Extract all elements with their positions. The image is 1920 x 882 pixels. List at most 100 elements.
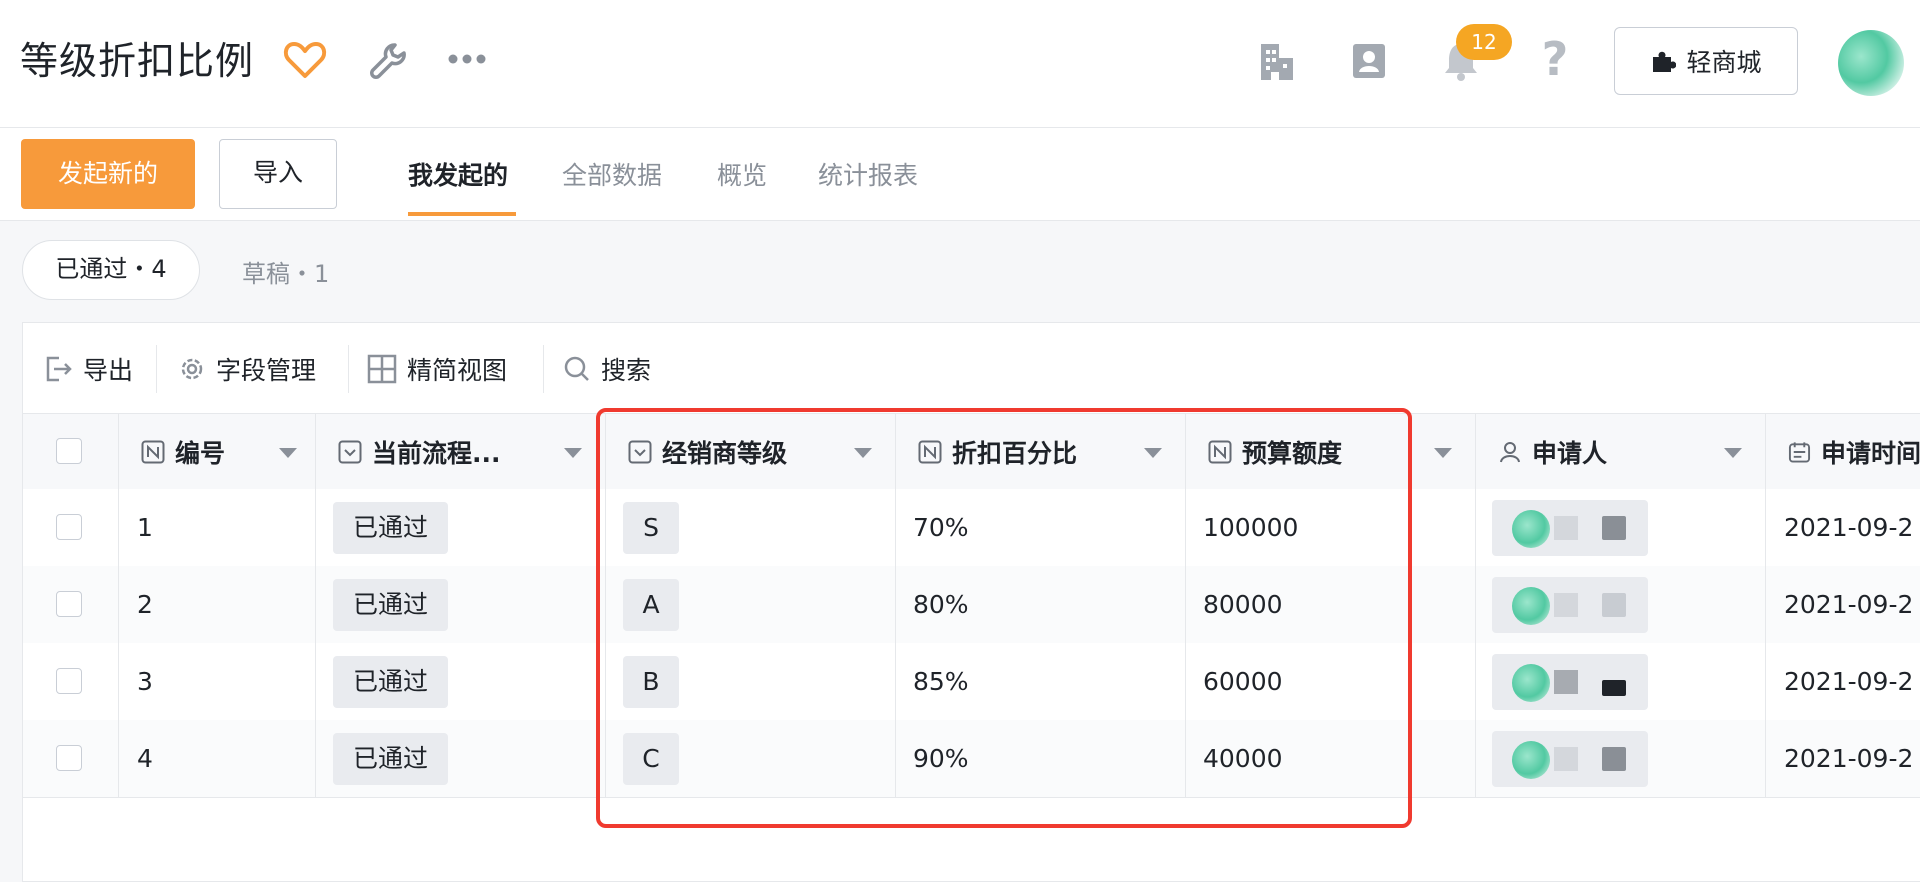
new-submission-button[interactable]: 发起新的 xyxy=(21,139,195,209)
column-menu-icon[interactable] xyxy=(564,448,582,458)
column-header-discount[interactable]: 折扣百分比 xyxy=(896,414,1186,489)
table-row[interactable]: 3 已通过 B 85% 60000 2021-09-2 xyxy=(23,643,1920,721)
row-checkbox[interactable] xyxy=(56,668,82,694)
page-title: 等级折扣比例 xyxy=(20,39,255,83)
tab-overview[interactable]: 概览 xyxy=(717,156,767,192)
column-header-dealer-grade[interactable]: 经销商等级 xyxy=(606,414,896,489)
column-header-apply-time[interactable]: 申请时间 xyxy=(1766,414,1920,489)
help-icon[interactable]: ? xyxy=(1537,34,1573,84)
export-button[interactable]: 导出 xyxy=(45,351,133,387)
avatar xyxy=(1512,509,1550,548)
column-menu-icon[interactable] xyxy=(279,448,297,458)
column-header-applicant[interactable]: 申请人 xyxy=(1476,414,1766,489)
search-button[interactable]: 搜索 xyxy=(563,351,651,387)
budget-cell: 60000 xyxy=(1186,643,1476,720)
applicant-chip[interactable] xyxy=(1492,653,1648,710)
row-select-cell xyxy=(23,489,119,566)
applicant-chip[interactable] xyxy=(1492,576,1648,633)
column-label: 申请时间 xyxy=(1820,438,1920,468)
avatar xyxy=(1512,586,1550,625)
row-checkbox[interactable] xyxy=(56,514,82,540)
wrench-icon[interactable] xyxy=(368,40,408,80)
column-header-id[interactable]: 编号 xyxy=(119,414,316,489)
discount-cell: 80% xyxy=(896,566,1186,643)
table-row[interactable]: 2 已通过 A 80% 80000 2021-09-2 xyxy=(23,566,1920,644)
apply-time-cell: 2021-09-2 xyxy=(1784,513,1914,542)
shop-button[interactable]: 轻商城 xyxy=(1614,27,1798,95)
sub-nav: 发起新的 导入 我发起的 全部数据 概览 统计报表 xyxy=(0,128,1920,221)
row-checkbox[interactable] xyxy=(56,591,82,617)
column-label: 经销商等级 xyxy=(662,438,788,468)
column-menu-icon[interactable] xyxy=(1434,448,1452,458)
grade-cell: A xyxy=(606,566,896,643)
filter-approved[interactable]: 已通过・4 xyxy=(22,240,200,300)
select-all-cell xyxy=(23,414,119,489)
status-tag: 已通过 xyxy=(333,655,449,708)
table-row[interactable]: 1 已通过 S 70% 100000 2021-09-2 xyxy=(23,489,1920,567)
grade-tag: S xyxy=(623,501,679,554)
id-cell: 3 xyxy=(119,643,316,720)
apply-time-cell: 2021-09-2 xyxy=(1784,590,1914,619)
grade-cell: B xyxy=(606,643,896,720)
tab-statistics[interactable]: 统计报表 xyxy=(818,156,918,192)
column-header-budget[interactable]: 预算额度 xyxy=(1186,414,1476,489)
shop-button-label: 轻商城 xyxy=(1686,48,1762,77)
grade-cell: S xyxy=(606,489,896,566)
select-field-icon xyxy=(338,440,362,463)
status-tag: 已通过 xyxy=(333,501,449,554)
column-menu-icon[interactable] xyxy=(854,448,872,458)
applicant-cell xyxy=(1476,489,1766,566)
table-row[interactable]: 4 已通过 C 90% 40000 2021-09-2 xyxy=(23,720,1920,798)
discount-cell: 70% xyxy=(896,489,1186,566)
tab-my-submissions[interactable]: 我发起的 xyxy=(408,156,508,192)
building-icon[interactable] xyxy=(1257,40,1297,82)
user-avatar[interactable] xyxy=(1838,30,1904,96)
top-bar: 等级折扣比例 12 ? 轻商城 xyxy=(0,0,1920,128)
select-all-checkbox[interactable] xyxy=(56,438,82,464)
id-cell: 2 xyxy=(119,566,316,643)
compact-view-button[interactable]: 精简视图 xyxy=(367,351,507,387)
applicant-chip[interactable] xyxy=(1492,730,1648,787)
puzzle-icon xyxy=(1653,51,1677,72)
more-icon[interactable] xyxy=(447,52,487,66)
status-tag: 已通过 xyxy=(333,732,449,785)
notification-count-badge: 12 xyxy=(1456,24,1512,60)
applicant-chip[interactable] xyxy=(1492,499,1648,556)
column-menu-icon[interactable] xyxy=(1724,448,1742,458)
column-label: 申请人 xyxy=(1532,438,1608,468)
number-field-icon xyxy=(918,440,942,463)
budget-cell: 40000 xyxy=(1186,720,1476,797)
grid-view-icon xyxy=(367,354,397,384)
number-field-icon xyxy=(1208,440,1232,463)
filter-draft[interactable]: 草稿・1 xyxy=(242,254,329,289)
toolbar-divider xyxy=(543,345,544,393)
tab-all-data[interactable]: 全部数据 xyxy=(562,156,662,192)
search-icon xyxy=(564,356,589,381)
applicant-cell xyxy=(1476,643,1766,720)
apply-time-cell: 2021-09-2 xyxy=(1784,744,1914,773)
applicant-cell xyxy=(1476,720,1766,797)
column-label: 折扣百分比 xyxy=(952,438,1078,468)
heart-icon[interactable] xyxy=(283,40,327,80)
active-tab-indicator xyxy=(408,212,516,216)
status-cell: 已通过 xyxy=(316,566,606,643)
field-manage-button[interactable]: 字段管理 xyxy=(178,351,316,387)
contact-card-icon[interactable] xyxy=(1351,42,1387,80)
toolbar-divider xyxy=(156,345,157,393)
column-menu-icon[interactable] xyxy=(1144,448,1162,458)
budget-cell: 100000 xyxy=(1186,489,1476,566)
column-header-status[interactable]: 当前流程... xyxy=(316,414,606,489)
export-icon xyxy=(46,356,72,382)
grade-tag: A xyxy=(623,578,679,631)
import-button[interactable]: 导入 xyxy=(219,139,337,209)
status-cell: 已通过 xyxy=(316,489,606,566)
id-cell: 4 xyxy=(119,720,316,797)
status-tag: 已通过 xyxy=(333,578,449,631)
export-label: 导出 xyxy=(83,356,134,385)
row-checkbox[interactable] xyxy=(56,745,82,771)
column-label: 预算额度 xyxy=(1242,438,1343,468)
budget-cell: 80000 xyxy=(1186,566,1476,643)
data-table-panel: 导出 字段管理 精简视图 搜索 编号 当前流程... 经销商等级 折扣百分比 预… xyxy=(22,322,1920,882)
select-field-icon xyxy=(628,440,652,463)
avatar xyxy=(1512,663,1550,702)
